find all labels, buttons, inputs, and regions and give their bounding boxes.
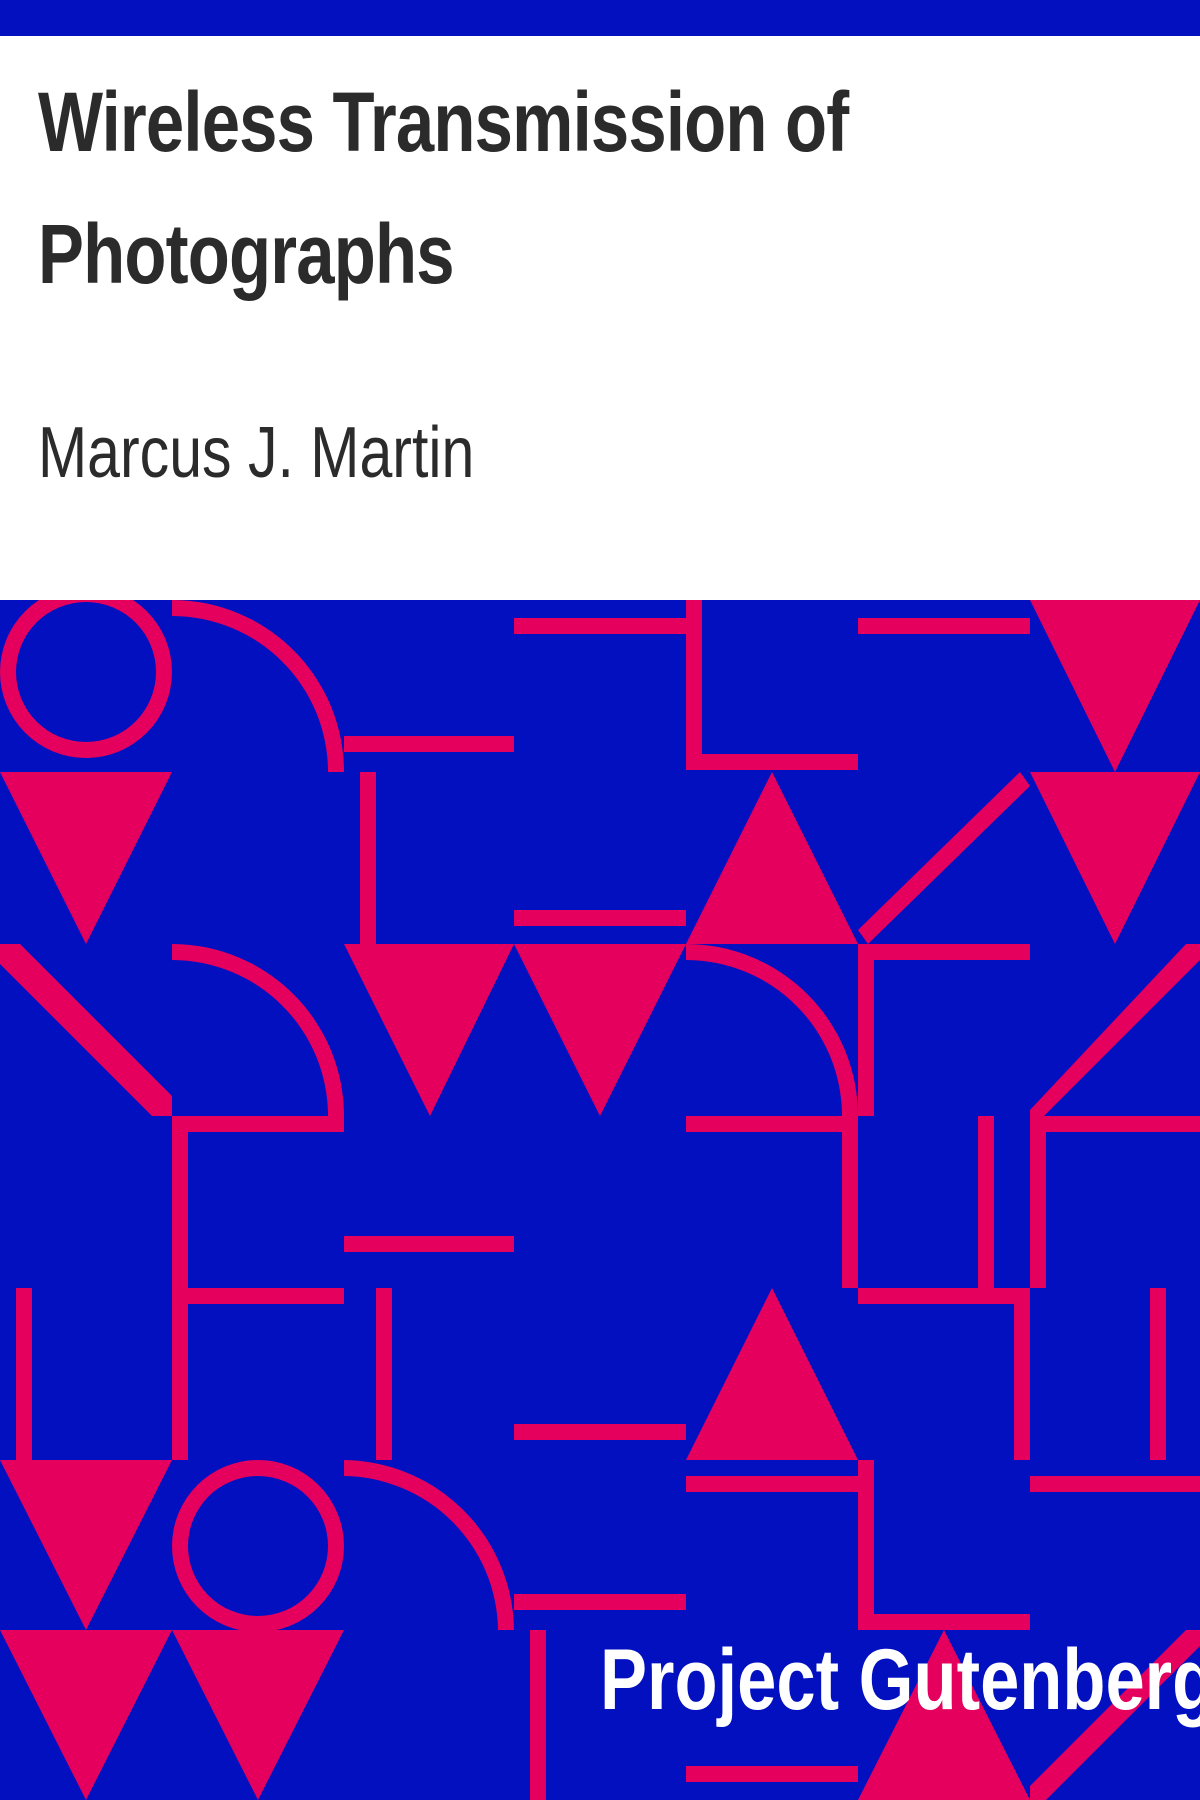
pattern-bar <box>686 1116 858 1132</box>
pattern-bar <box>16 1288 32 1460</box>
pattern-bar <box>514 910 686 926</box>
pattern-bar <box>686 754 858 770</box>
pattern-bar <box>514 1424 686 1440</box>
pattern-bar <box>344 1236 514 1252</box>
pattern-bar <box>1014 1288 1030 1460</box>
pattern-bar <box>1030 1116 1046 1288</box>
pattern-bar <box>858 1288 1030 1304</box>
pattern-bar <box>172 1116 188 1288</box>
pattern-bar <box>172 1288 344 1304</box>
pattern-bar <box>858 944 874 1116</box>
pattern-bar <box>514 1594 686 1610</box>
pattern-bar <box>530 1630 546 1800</box>
pattern-bar <box>842 1116 858 1288</box>
geometric-pattern <box>0 600 1200 1800</box>
publisher-label: Project Gutenberg <box>600 1632 1200 1728</box>
book-title: Wireless Transmission of Photographs <box>38 75 849 301</box>
pattern-bar <box>1030 1476 1200 1492</box>
pattern-bar <box>344 736 514 752</box>
pattern-bar <box>686 1476 858 1492</box>
pattern-bar <box>172 1288 188 1460</box>
pattern-bar <box>686 600 702 760</box>
book-cover: Wireless Transmission of Photographs Mar… <box>0 0 1200 1800</box>
book-author: Marcus J. Martin <box>38 413 475 493</box>
pattern-bar <box>858 1614 1030 1630</box>
pattern-bar <box>1150 1288 1166 1460</box>
pattern-bar <box>858 944 1030 960</box>
pattern-bar <box>686 1766 858 1782</box>
pattern-bar <box>514 618 686 634</box>
pattern-bar <box>1030 1116 1200 1132</box>
pattern-bar <box>376 1288 392 1460</box>
pattern-bar <box>858 618 1030 634</box>
pattern-bar <box>172 1116 344 1132</box>
pattern-bar <box>978 1116 994 1288</box>
pattern-bar <box>360 772 376 944</box>
top-color-bar <box>0 0 1200 36</box>
pattern-bar <box>858 1460 874 1630</box>
